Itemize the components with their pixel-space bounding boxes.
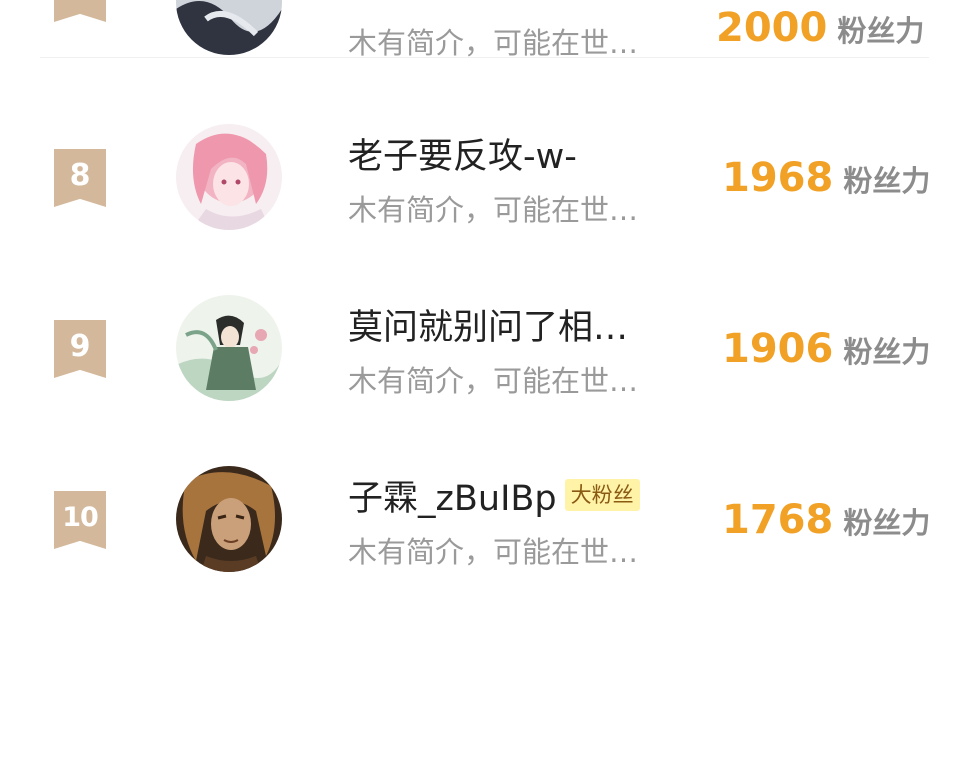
fan-power-unit: 粉丝力: [843, 335, 931, 369]
rank-badge: 7: [54, 0, 106, 22]
avatar[interactable]: [176, 466, 282, 572]
user-intro: 木有简介，可能在世…: [348, 193, 639, 227]
rank-badge: 9: [54, 320, 106, 378]
fan-power: 2000 粉丝力: [716, 5, 924, 51]
user-name-line: 老子要反攻-w-: [348, 132, 577, 177]
list-item[interactable]: 8 老子要反攻-w- 木有简介，可能在世… 1968 粉丝力: [0, 105, 969, 255]
avatar-image: [176, 124, 282, 230]
avatar[interactable]: [176, 295, 282, 401]
fan-power: 1906 粉丝力: [722, 326, 930, 372]
fan-power-value: 2000: [716, 5, 828, 51]
big-fan-badge: 大粉丝: [564, 479, 640, 511]
fan-power: 1968 粉丝力: [722, 155, 930, 201]
user-name-line: 子霖_zBuIBp 大粉丝: [348, 474, 640, 519]
divider: [40, 57, 929, 58]
avatar-image: [176, 295, 282, 401]
user-intro: 木有简介，可能在世…: [348, 26, 639, 60]
list-item[interactable]: 9 莫问就别问了相… 木有简介，可能在世… 1906 粉丝力: [0, 276, 969, 426]
rank-badge: 10: [54, 491, 106, 549]
avatar[interactable]: [176, 0, 282, 55]
user-intro: 木有简介，可能在世…: [348, 364, 639, 398]
fan-power-unit: 粉丝力: [843, 506, 931, 540]
fan-power: 1768 粉丝力: [722, 497, 930, 543]
fan-ranking-list: 7 木有简介，可能在世… 2000 粉丝力 8: [0, 0, 969, 757]
rank-badge: 8: [54, 149, 106, 207]
avatar-image: [176, 0, 282, 55]
user-name[interactable]: 莫问就别问了相…: [348, 299, 628, 350]
list-item[interactable]: 7 木有简介，可能在世… 2000 粉丝力: [0, 0, 969, 60]
fan-power-value: 1768: [722, 497, 834, 543]
fan-power-value: 1968: [722, 155, 834, 201]
user-intro: 木有简介，可能在世…: [348, 535, 639, 569]
fan-power-unit: 粉丝力: [843, 164, 931, 198]
fan-power-unit: 粉丝力: [837, 14, 925, 48]
avatar[interactable]: [176, 124, 282, 230]
user-name[interactable]: 子霖_zBuIBp: [348, 470, 557, 521]
fan-power-value: 1906: [722, 326, 834, 372]
avatar-image: [176, 466, 282, 572]
user-name-line: 莫问就别问了相…: [348, 303, 628, 348]
list-item[interactable]: 10 子霖_zBuIBp 大粉丝 木有简介，可能在世… 1768 粉丝力: [0, 447, 969, 597]
user-name[interactable]: 老子要反攻-w-: [348, 128, 577, 179]
